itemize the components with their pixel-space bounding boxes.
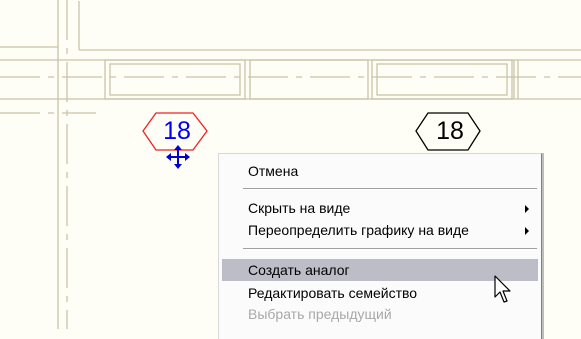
arrow-cursor-icon xyxy=(494,275,511,303)
menu-item-select-previous: Выбрать предыдущий xyxy=(222,303,538,325)
door-tag-selected-label: 18 xyxy=(163,117,191,145)
menu-separator xyxy=(243,248,537,250)
menu-item-create-similar[interactable]: Создать аналог xyxy=(222,259,538,281)
menu-item-label: Создать аналог xyxy=(248,262,350,278)
submenu-arrow-icon xyxy=(525,227,529,235)
menu-item-override-graphics[interactable]: Переопределить графику на виде xyxy=(222,219,538,241)
menu-item-cancel[interactable]: Отмена xyxy=(222,160,538,182)
window-panel xyxy=(249,59,369,100)
window-panel-inner xyxy=(109,63,241,96)
window-panel-inner xyxy=(376,63,508,96)
menu-item-label: Редактировать семейство xyxy=(248,285,418,301)
menu-separator xyxy=(243,188,537,190)
door-tag-label: 18 xyxy=(436,117,464,145)
window-panel xyxy=(104,59,246,100)
menu-item-label: Скрыть на виде xyxy=(248,200,351,216)
menu-item-edit-family[interactable]: Редактировать семейство xyxy=(222,282,538,304)
menu-item-hide-in-view[interactable]: Скрыть на виде xyxy=(222,197,538,219)
move-icon[interactable] xyxy=(166,145,190,169)
menu-item-label: Переопределить графику на виде xyxy=(248,222,469,238)
context-menu: Отмена Скрыть на виде Переопределить гра… xyxy=(218,153,542,339)
window-panel xyxy=(371,59,513,100)
menu-item-label: Выбрать предыдущий xyxy=(248,306,392,322)
submenu-arrow-icon xyxy=(525,205,529,213)
menu-item-label: Отмена xyxy=(248,163,299,179)
